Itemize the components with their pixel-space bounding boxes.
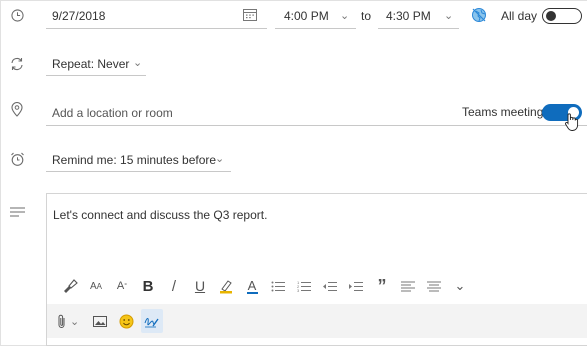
date-picker[interactable]: 9/27/2018 [46,3,267,29]
allday-label: All day [501,9,538,23]
hand-cursor-icon [563,112,581,135]
notes-icon [8,205,26,219]
align-center-icon[interactable] [423,274,445,298]
chevron-down-icon: ⌄ [133,57,143,69]
reminder-dropdown[interactable]: Remind me: 15 minutes before ⌄ [46,147,231,172]
quote-button[interactable]: ” [371,274,393,298]
chevron-down-icon: ⌄ [444,10,454,22]
underline-button[interactable]: U [189,274,211,298]
reminder-label: Remind me: 15 minutes before [52,153,217,167]
decrease-indent-icon[interactable] [319,274,341,298]
start-time-select[interactable]: 4:00 PM ⌄ [275,3,356,29]
italic-button[interactable]: / [163,274,185,298]
numbered-list-icon[interactable]: 123 [293,274,315,298]
location-placeholder: Add a location or room [52,106,173,120]
calendar-icon[interactable] [243,8,257,24]
message-body-editor[interactable]: Let's connect and discuss the Q3 report.… [46,193,587,346]
body-text: Let's connect and discuss the Q3 report. [53,208,268,222]
chevron-down-icon: ⌄ [340,10,350,22]
font-color-glyph: A [247,277,257,293]
insert-toolbar: ⌄ [47,304,587,338]
font-size-decrease-glyph: A [89,280,97,292]
to-label: to [361,9,372,23]
format-painter-icon[interactable] [59,274,81,298]
svg-text:3: 3 [297,288,300,292]
font-size-decrease-icon[interactable]: AA [85,274,107,298]
increase-indent-icon[interactable] [345,274,367,298]
align-left-icon[interactable] [397,274,419,298]
teams-meeting-label: Teams meeting [462,105,544,119]
format-toolbar: AA A ° B / U A 123 ” ⌄ [47,269,587,303]
font-color-icon[interactable]: A [241,274,263,298]
attach-chevron-icon[interactable]: ⌄ [70,315,79,328]
alarm-clock-icon [8,150,26,168]
chevron-down-icon: ⌄ [215,153,225,165]
bulleted-list-icon[interactable] [267,274,289,298]
more-options-chevron-icon[interactable]: ⌄ [449,274,471,298]
emoji-icon[interactable] [115,309,137,333]
repeat-label: Repeat: Never [52,57,130,71]
allday-toggle[interactable] [542,8,582,24]
signature-icon[interactable] [141,309,164,333]
attach-icon[interactable]: ⌄ [57,309,79,333]
date-value: 9/27/2018 [52,9,106,23]
end-time-select[interactable]: 4:30 PM ⌄ [378,3,459,29]
end-time: 4:30 PM [386,9,431,23]
repeat-dropdown[interactable]: Repeat: Never ⌄ [46,51,146,76]
start-time: 4:00 PM [284,9,329,23]
insert-picture-icon[interactable] [89,309,111,333]
clock-icon [8,6,26,24]
globe-timezone-icon[interactable] [471,7,487,26]
font-size-increase-glyph: A [116,280,125,292]
highlight-icon[interactable] [215,274,237,298]
bold-button[interactable]: B [137,274,159,298]
font-size-increase-icon[interactable]: A ° [111,274,133,298]
location-pin-icon [8,100,26,118]
repeat-icon [8,55,26,73]
